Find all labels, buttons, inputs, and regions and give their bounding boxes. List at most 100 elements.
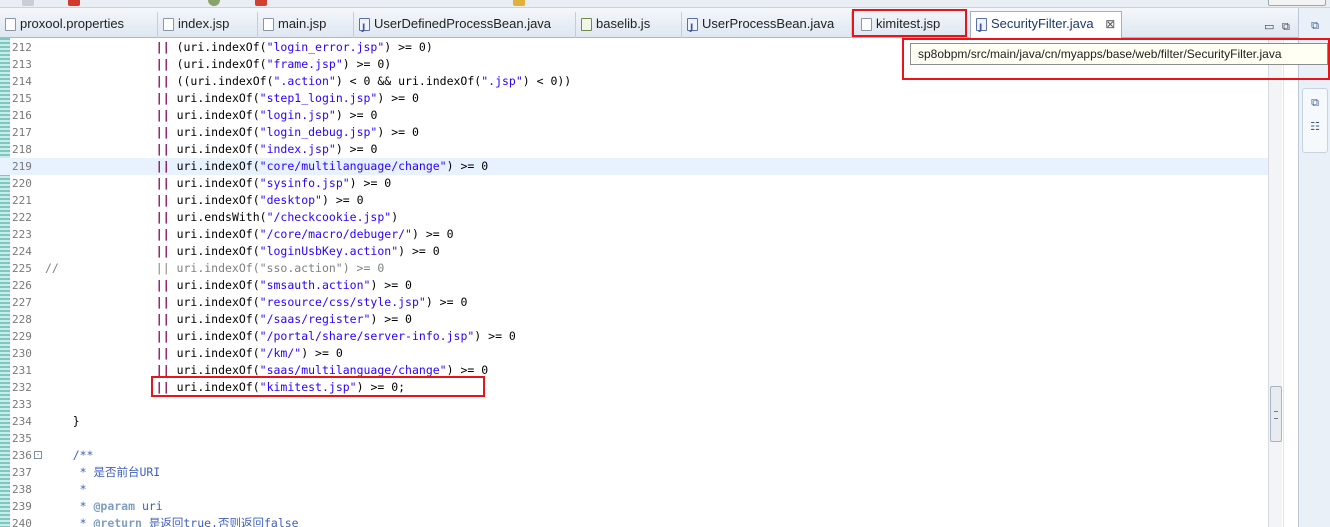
restore-icon[interactable]: ⧉ [1308, 20, 1322, 32]
code-line[interactable]: 215 || uri.indexOf("step1_login.jsp") >=… [0, 90, 1268, 107]
vertical-scrollbar[interactable] [1268, 38, 1282, 527]
file-icon [263, 18, 274, 31]
code-line[interactable]: 229 || uri.indexOf("/portal/share/server… [0, 328, 1268, 345]
code-line[interactable]: 236- /** [0, 447, 1268, 464]
restore-view-icon[interactable]: ⧉ [1308, 97, 1322, 109]
code-text: || uri.indexOf("login_debug.jsp") >= 0 [155, 125, 419, 139]
code-line[interactable]: 228 || uri.indexOf("/saas/register") >= … [0, 311, 1268, 328]
code-line[interactable]: 219 || uri.indexOf("core/multilanguage/c… [0, 158, 1268, 175]
code-line[interactable]: 230 || uri.indexOf("/km/") >= 0 [0, 345, 1268, 362]
tab-label: proxool.properties [20, 16, 125, 31]
code-text: || uri.indexOf("login.jsp") >= 0 [155, 108, 378, 122]
tab-proxool-properties[interactable]: proxool.properties [0, 12, 158, 38]
code-line[interactable]: 227 || uri.indexOf("resource/css/style.j… [0, 294, 1268, 311]
tab-label: baselib.js [596, 16, 651, 31]
java-file-icon [976, 16, 987, 40]
overview-ruler [1283, 38, 1297, 527]
code-line[interactable]: 218 || uri.indexOf("index.jsp") >= 0 [0, 141, 1268, 158]
file-icon [163, 18, 174, 31]
tab-index-jsp[interactable]: index.jsp [158, 12, 258, 38]
code-line[interactable]: 233 [0, 396, 1268, 413]
code-line[interactable]: 214 || ((uri.indexOf(".action") < 0 && u… [0, 73, 1268, 90]
code-line[interactable]: 220 || uri.indexOf("sysinfo.jsp") >= 0 [0, 175, 1268, 192]
file-icon [5, 18, 16, 31]
line-number: 225 [12, 262, 32, 275]
line-number: 229 [12, 330, 32, 343]
outline-view-icon[interactable]: ☷ [1308, 121, 1322, 133]
line-number: 215 [12, 92, 32, 105]
code-line[interactable]: 224 || uri.indexOf("loginUsbKey.action")… [0, 243, 1268, 260]
line-number: 212 [12, 41, 32, 54]
toolbar-icon[interactable] [68, 0, 80, 6]
code-text: || uri.indexOf("kimitest.jsp") >= 0; [155, 380, 406, 394]
line-number: 224 [12, 245, 32, 258]
code-line[interactable]: 237 * 是否前台URI [0, 464, 1268, 481]
line-number: 226 [12, 279, 32, 292]
line-number: 233 [12, 398, 32, 411]
line-number: 234 [12, 415, 32, 428]
code-text: || uri.indexOf("desktop") >= 0 [155, 193, 364, 207]
line-number: 238 [12, 483, 32, 496]
code-line[interactable]: 238 * [0, 481, 1268, 498]
tab-label: SecurityFilter.java [991, 16, 1094, 31]
minimize-editor-icon[interactable]: ▭ [1264, 20, 1274, 33]
code-text: || uri.indexOf("/core/macro/debuger/") >… [155, 227, 454, 241]
tab-securityfilter-java[interactable]: SecurityFilter.java ⊠ [970, 11, 1122, 40]
code-editor[interactable]: 212 || (uri.indexOf("login_error.jsp") >… [0, 38, 1268, 527]
code-line[interactable]: 223 || uri.indexOf("/core/macro/debuger/… [0, 226, 1268, 243]
toolbar-icon[interactable] [22, 0, 34, 6]
code-line[interactable]: 217 || uri.indexOf("login_debug.jsp") >=… [0, 124, 1268, 141]
tab-label: kimitest.jsp [876, 16, 941, 31]
code-line[interactable]: 216 || uri.indexOf("login.jsp") >= 0 [0, 107, 1268, 124]
code-text: || uri.indexOf("step1_login.jsp") >= 0 [155, 91, 419, 105]
code-text: * [45, 482, 87, 496]
fold-toggle-icon[interactable]: - [34, 451, 42, 459]
code-text: || uri.indexOf("resource/css/style.jsp")… [155, 295, 468, 309]
code-line[interactable]: 221 || uri.indexOf("desktop") >= 0 [0, 192, 1268, 209]
code-line[interactable]: 225 // || uri.indexOf("sso.action") >= 0 [0, 260, 1268, 277]
code-text: // || uri.indexOf("sso.action") >= 0 [45, 261, 385, 275]
code-text: || uri.indexOf("/km/") >= 0 [155, 346, 343, 360]
close-tab-icon[interactable]: ⊠ [1105, 17, 1115, 31]
line-number: 222 [12, 211, 32, 224]
tab-baselib-js[interactable]: baselib.js [576, 12, 682, 38]
code-text: || (uri.indexOf("login_error.jsp") >= 0) [155, 40, 433, 54]
code-text: || uri.indexOf("smsauth.action") >= 0 [155, 278, 412, 292]
code-text: || uri.indexOf("core/multilanguage/chang… [155, 159, 489, 173]
maximize-editor-icon[interactable]: ⧉ [1282, 20, 1290, 34]
tab-userdefinedprocessbean-java[interactable]: UserDefinedProcessBean.java [354, 12, 576, 40]
code-text: * 是否前台URI [45, 465, 161, 479]
tab-kimitest-jsp[interactable]: kimitest.jsp [856, 12, 966, 38]
tab-label: main.jsp [278, 16, 327, 31]
code-line[interactable]: 239 * @param uri [0, 498, 1268, 515]
code-line[interactable]: 232 || uri.indexOf("kimitest.jsp") >= 0; [0, 379, 1268, 396]
code-line[interactable]: 235 [0, 430, 1268, 447]
perspective-switcher[interactable] [1268, 0, 1326, 6]
code-text: || uri.endsWith("/checkcookie.jsp") [155, 210, 399, 224]
line-number: 213 [12, 58, 32, 71]
editor-tab-bar: proxool.properties index.jsp main.jsp Us… [0, 8, 1330, 40]
line-number: 228 [12, 313, 32, 326]
line-number: 217 [12, 126, 32, 139]
line-number: 218 [12, 143, 32, 156]
line-number: 219 [12, 160, 32, 173]
code-line[interactable]: 226 || uri.indexOf("smsauth.action") >= … [0, 277, 1268, 294]
code-text: * @return 是返回true,否则返回false [45, 516, 299, 527]
line-number: 220 [12, 177, 32, 190]
tab-main-jsp[interactable]: main.jsp [258, 12, 354, 38]
toolbar-icon[interactable] [208, 0, 220, 6]
code-text: || ((uri.indexOf(".action") < 0 && uri.i… [155, 74, 572, 88]
toolbar-icon[interactable] [255, 0, 267, 6]
tab-userprocessbean-java[interactable]: UserProcessBean.java [682, 12, 852, 40]
code-text: || uri.indexOf("saas/multilanguage/chang… [155, 363, 489, 377]
code-line[interactable]: 240 * @return 是返回true,否则返回false [0, 515, 1268, 527]
code-line[interactable]: 231 || uri.indexOf("saas/multilanguage/c… [0, 362, 1268, 379]
code-line[interactable]: 234 } [0, 413, 1268, 430]
line-number: 221 [12, 194, 32, 207]
toolbar-icon[interactable] [513, 0, 525, 6]
code-line[interactable]: 222 || uri.endsWith("/checkcookie.jsp") [0, 209, 1268, 226]
tab-label: UserProcessBean.java [702, 16, 835, 31]
code-text: /** [45, 448, 94, 462]
scrollbar-thumb[interactable] [1270, 386, 1282, 442]
line-number: 227 [12, 296, 32, 309]
